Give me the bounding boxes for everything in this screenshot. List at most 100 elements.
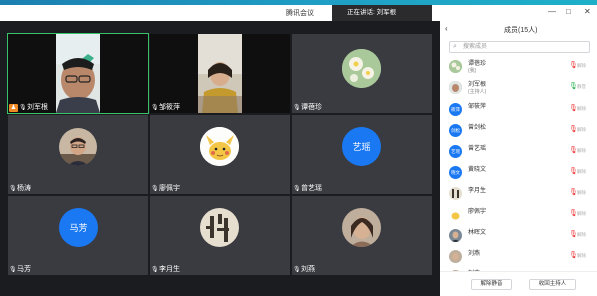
members-panel-header: ‹ 成员(15人) <box>440 21 597 37</box>
video-tile-zengyiyao[interactable]: 艺瑶 🎙 曾艺瑶 <box>292 115 432 194</box>
mic-icon: 🎙 <box>293 185 301 192</box>
member-mic-action[interactable]: 解除 <box>577 232 586 238</box>
video-tile-yangtao[interactable]: 🎙 杨涛 <box>8 115 148 194</box>
avatar: 马芳 <box>59 208 98 247</box>
participant-name: 刘军根 <box>27 104 48 111</box>
participant-name: 邹筱萍 <box>159 104 180 111</box>
video-tile-liaopeiyu[interactable]: 🎙 廖佩宇 <box>150 115 290 194</box>
member-mic-action[interactable]: 解除 <box>577 63 586 69</box>
mic-icon: 🎙 <box>9 185 17 192</box>
tile-label: 🎙 马芳 <box>9 265 31 274</box>
member-item[interactable]: 李月生 🎙 解除 <box>440 184 597 204</box>
close-button[interactable]: ✕ <box>584 7 591 17</box>
search-icon: ⌕ <box>453 43 457 50</box>
avatar <box>200 127 239 166</box>
participant-name: 廖佩宇 <box>159 185 180 192</box>
collapse-panel-icon[interactable]: ‹ <box>445 24 448 33</box>
members-title: 成员(15人) <box>504 27 538 34</box>
host-badge-icon: ♟ <box>9 103 18 112</box>
member-item[interactable]: 林晖文 🎙 解除 <box>440 226 597 246</box>
mic-icon: 🎙 <box>151 185 159 192</box>
member-name: 刘燕 <box>468 251 481 257</box>
member-item[interactable]: 筱萍 邹筱萍 🎙 解除 <box>440 100 597 120</box>
video-tile-mafang[interactable]: 马芳 🎙 马芳 <box>8 196 148 275</box>
member-item[interactable]: 艺瑶 曾艺瑶 🎙 解除 <box>440 142 597 162</box>
member-name: 李月生 <box>468 188 487 194</box>
app-title: 腾讯会议 <box>286 10 314 17</box>
avatar <box>342 208 381 247</box>
video-grid: ♟ 🎙 刘军根 🎙 邹筱萍 🎙 谭蓓珍 🎙 杨涛 🎙 廖佩宇 艺瑶 🎙 曾艺瑶 … <box>0 21 440 296</box>
member-name: 黄晓文 <box>468 167 487 173</box>
tile-label: 🎙 廖佩宇 <box>151 184 180 193</box>
member-item[interactable]: 谭蓓珍 (我) 🎙 解除 <box>440 57 597 77</box>
member-avatar <box>449 60 462 73</box>
unmute-all-button[interactable]: 解除静音 <box>471 279 512 290</box>
tile-label: 🎙 谭蓓珍 <box>293 103 322 112</box>
member-avatar <box>449 187 462 200</box>
mic-icon: 🎙 <box>19 104 27 111</box>
participant-name: 杨涛 <box>17 185 31 192</box>
members-panel: ‹ 成员(15人) ⌕ 搜索成员 谭蓓珍 (我) 🎙 解除 刘军根 (主持人) … <box>440 21 597 296</box>
mic-icon: 🎙 <box>293 104 301 111</box>
member-name: 刘军根 <box>468 82 487 88</box>
mic-icon: 🎙 <box>151 266 159 273</box>
member-avatar: 剑松 <box>449 124 462 137</box>
speaking-label: 正在讲话: <box>347 9 375 16</box>
participant-name: 刘燕 <box>301 266 315 273</box>
member-role: (主持人) <box>468 89 487 95</box>
maximize-button[interactable]: □ <box>566 7 571 17</box>
member-name: 廖佩宇 <box>468 209 487 215</box>
minimize-button[interactable]: — <box>548 7 556 17</box>
video-tile-liyuesheng[interactable]: 🎙 李月生 <box>150 196 290 275</box>
participant-name: 谭蓓珍 <box>301 104 322 111</box>
avatar: 艺瑶 <box>342 127 381 166</box>
member-avatar: 晓文 <box>449 166 462 179</box>
member-avatar <box>449 250 462 263</box>
video-tile-tanbeizhen[interactable]: 🎙 谭蓓珍 <box>292 34 432 113</box>
tile-label: ♟ 🎙 刘军根 <box>9 103 48 112</box>
member-name: 林晖文 <box>468 230 487 236</box>
member-item[interactable]: 刘军根 (主持人) 🎙 静音 <box>440 78 597 98</box>
member-mic-action[interactable]: 解除 <box>577 211 586 217</box>
member-mic-action[interactable]: 解除 <box>577 106 586 112</box>
member-mic-action[interactable]: 静音 <box>577 84 586 90</box>
member-mic-action[interactable]: 解除 <box>577 169 586 175</box>
video-tile-liuyan[interactable]: 🎙 刘燕 <box>292 196 432 275</box>
member-name: 邹筱萍 <box>468 104 487 110</box>
member-item[interactable]: 晓文 黄晓文 🎙 解除 <box>440 163 597 183</box>
mic-icon: 🎙 <box>293 266 301 273</box>
member-mic-action[interactable]: 解除 <box>577 148 586 154</box>
member-avatar: 筱萍 <box>449 103 462 116</box>
search-placeholder: 搜索成员 <box>463 44 488 50</box>
title-bar: 腾讯会议 正在讲话: 刘军根 — □ ✕ <box>0 5 597 21</box>
mic-icon: 🎙 <box>151 104 159 111</box>
camera-feed <box>150 34 290 113</box>
member-mic-action[interactable]: 解除 <box>577 190 586 196</box>
tile-label: 🎙 刘燕 <box>293 265 315 274</box>
member-avatar <box>449 229 462 242</box>
member-item[interactable]: 廖佩宇 🎙 解除 <box>440 205 597 225</box>
reclaim-host-button[interactable]: 收回主持人 <box>529 279 576 290</box>
member-mic-action[interactable]: 解除 <box>577 253 586 259</box>
speaking-name: 刘军根 <box>376 9 397 16</box>
member-role: (我) <box>468 68 477 74</box>
participant-name: 李月生 <box>159 266 180 273</box>
member-item[interactable]: 剑松 曾剑松 🎙 解除 <box>440 121 597 141</box>
video-tile-zouxiaoping[interactable]: 🎙 邹筱萍 <box>150 34 290 113</box>
members-footer: 解除静音 收回主持人 <box>440 271 597 296</box>
member-avatar <box>449 208 462 221</box>
avatar <box>342 49 381 88</box>
member-name: 谭蓓珍 <box>468 61 487 67</box>
member-name: 曾艺瑶 <box>468 146 487 152</box>
tile-label: 🎙 邹筱萍 <box>151 103 180 112</box>
member-search-input[interactable]: ⌕ 搜索成员 <box>449 41 590 53</box>
member-avatar: 艺瑶 <box>449 145 462 158</box>
participant-name: 马芳 <box>17 266 31 273</box>
member-name: 曾剑松 <box>468 125 487 131</box>
video-tile-liujungen[interactable]: ♟ 🎙 刘军根 <box>7 33 149 114</box>
member-item[interactable]: 刘燕 🎙 解除 <box>440 247 597 267</box>
tile-label: 🎙 李月生 <box>151 265 180 274</box>
camera-feed <box>8 34 148 113</box>
member-mic-action[interactable]: 解除 <box>577 127 586 133</box>
member-avatar <box>449 81 462 94</box>
